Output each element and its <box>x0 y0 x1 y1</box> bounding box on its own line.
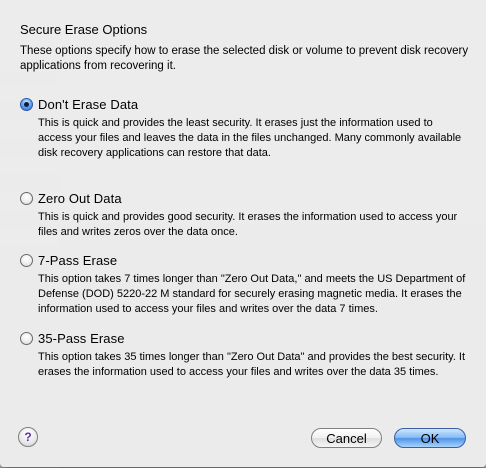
radio-zero-out-data[interactable]: Zero Out Data <box>20 190 468 206</box>
sheet-description: These options specify how to erase the s… <box>20 45 469 72</box>
help-button[interactable]: ? <box>18 427 38 447</box>
radio-button-icon[interactable] <box>20 97 33 111</box>
option-description: This option takes 7 times longer than "Z… <box>38 273 466 315</box>
radio-button-icon[interactable] <box>20 331 33 345</box>
option-label[interactable]: Don't Erase Data <box>38 97 138 112</box>
option-35-pass-erase: 35-Pass Erase This option takes 35 times… <box>20 330 468 380</box>
option-description: This is quick and provides the least sec… <box>38 117 462 159</box>
option-7-pass-erase: 7-Pass Erase This option takes 7 times l… <box>20 252 468 317</box>
cancel-button[interactable]: Cancel <box>311 428 382 448</box>
option-label[interactable]: 35-Pass Erase <box>38 331 125 346</box>
option-zero-out-data: Zero Out Data This is quick and provides… <box>20 190 468 240</box>
option-label[interactable]: Zero Out Data <box>38 191 122 206</box>
radio-35-pass-erase[interactable]: 35-Pass Erase <box>20 330 468 346</box>
sheet-title: Secure Erase Options <box>20 22 148 37</box>
radio-dont-erase-data[interactable]: Don't Erase Data <box>20 96 468 112</box>
radio-button-icon[interactable] <box>20 253 33 267</box>
secure-erase-options-sheet: Secure Erase Options These options speci… <box>0 0 486 467</box>
radio-button-icon[interactable] <box>20 191 33 205</box>
option-dont-erase-data: Don't Erase Data This is quick and provi… <box>20 96 468 161</box>
option-description: This option takes 35 times longer than "… <box>38 351 466 378</box>
ok-button[interactable]: OK <box>394 428 466 448</box>
option-description: This is quick and provides good security… <box>38 211 458 238</box>
question-mark-icon: ? <box>24 430 32 444</box>
radio-7-pass-erase[interactable]: 7-Pass Erase <box>20 252 468 268</box>
option-label[interactable]: 7-Pass Erase <box>38 253 117 268</box>
